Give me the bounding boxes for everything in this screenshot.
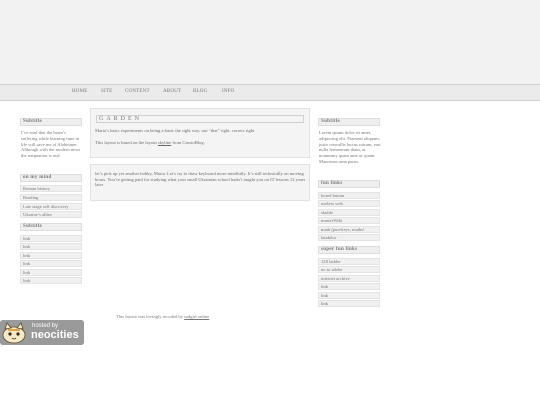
header-banner <box>0 0 540 84</box>
fun-link-skuhle[interactable]: skuhle <box>318 209 380 216</box>
top-navbar: HOME SITE CONTENT ABOUT BLOG INFO <box>0 84 540 101</box>
credit-suffix: from CrustoBlog. <box>172 140 205 145</box>
right-lorem-text: Lorem ipsum dolor sit amet, adipiscing e… <box>319 130 381 164</box>
neocities-badge[interactable]: hosted by neocities <box>0 320 84 345</box>
nav-info[interactable]: INFO <box>222 89 234 94</box>
super-link-internet-archive[interactable]: internet archive <box>318 275 380 282</box>
mind-item-self-discovery[interactable]: Late stage self discovery <box>20 203 82 210</box>
left-subtitle2-heading: Subtitle <box>20 223 82 231</box>
mind-item-roman-history[interactable]: Roman history <box>20 185 82 192</box>
credit-prefix: This layout is based on the layout <box>95 140 157 145</box>
page-title: GARDEN <box>96 115 304 123</box>
super-link-no-to-adobe[interactable]: no to adobe <box>318 266 380 273</box>
super-link-6[interactable]: link <box>318 300 380 307</box>
right-subtitle-heading: Subtitle <box>318 118 380 126</box>
footer-link[interactable]: sadgirl.online <box>184 314 209 319</box>
main-body-text: let’s pick up yet another hobby, Maria. … <box>95 171 306 188</box>
badge-brand: neocities <box>31 329 79 341</box>
left-link-1[interactable]: link <box>20 235 82 242</box>
main-credit: This layout is based on the layout skyli… <box>95 140 305 146</box>
nav-home[interactable]: HOME <box>72 89 88 94</box>
main-intro-line: Maria’s basic experiments on being a bas… <box>95 128 255 133</box>
super-fun-links-heading: super fun links <box>318 246 380 254</box>
left-intro-text: I’ve read that the brain’s suffering whi… <box>21 130 81 159</box>
credit-link[interactable]: skyline <box>158 140 171 145</box>
super-link-5[interactable]: link <box>318 292 380 299</box>
nav-about[interactable]: ABOUT <box>163 89 181 94</box>
left-link-4[interactable]: link <box>20 260 82 267</box>
on-my-mind-heading: on my mind <box>20 174 82 182</box>
left-link-3[interactable]: link <box>20 252 82 259</box>
super-link-4[interactable]: link <box>318 283 380 290</box>
mind-item-ukraine-allies[interactable]: Ukraine’s allies <box>20 211 82 218</box>
fun-links-heading: fun links <box>318 180 380 188</box>
fun-link-useless-web[interactable]: useless web <box>318 200 380 207</box>
left-link-6[interactable]: link <box>20 277 82 284</box>
mind-item-reading[interactable]: Reading <box>20 194 82 201</box>
super-link-128-ladder[interactable]: 128 ladder <box>318 258 380 265</box>
left-subtitle-heading: Subtitle <box>20 118 82 126</box>
nav-site[interactable]: SITE <box>101 89 112 94</box>
left-link-5[interactable]: link <box>20 269 82 276</box>
fun-link-masterwiki[interactable]: masterWiki <box>318 217 380 224</box>
footer-credit: This layout was lovingly recoded by sadg… <box>116 314 209 319</box>
fun-link-latakilor[interactable]: latakilor <box>318 234 380 241</box>
fun-link-math[interactable]: math (pun-keys, maths! <box>318 226 380 233</box>
nav-blog[interactable]: BLOG <box>193 89 207 94</box>
footer-prefix: This layout was lovingly recoded by <box>116 314 183 319</box>
left-link-2[interactable]: link <box>20 243 82 250</box>
nav-content[interactable]: CONTENT <box>125 89 150 94</box>
fun-link-bored-button[interactable]: bored button <box>318 192 380 199</box>
